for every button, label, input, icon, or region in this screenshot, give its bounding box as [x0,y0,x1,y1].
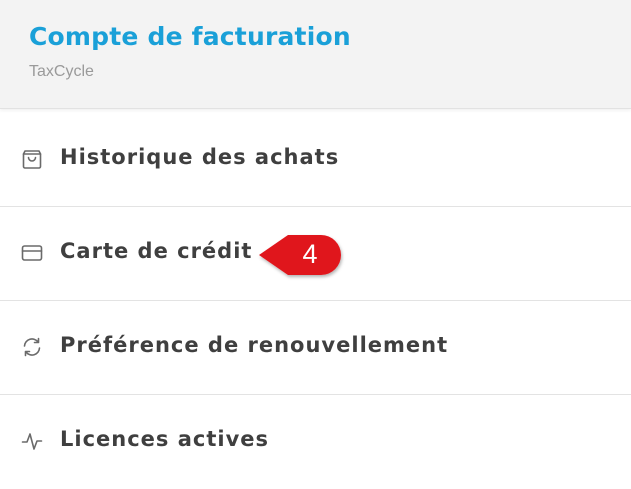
menu-item-renewal-preference[interactable]: Préférence de renouvellement [0,301,631,395]
activity-icon [21,430,43,452]
refresh-icon [21,336,43,358]
menu-item-purchase-history[interactable]: Historique des achats [0,113,631,207]
billing-menu: Historique des achats Carte de crédit Pr… [0,113,631,489]
menu-item-label: Préférence de renouvellement [60,333,449,357]
shopping-bag-icon [21,148,43,170]
menu-item-label: Licences actives [60,427,270,451]
credit-card-icon [21,242,43,264]
menu-item-active-licenses[interactable]: Licences actives [0,395,631,489]
menu-item-label: Historique des achats [60,145,340,169]
step-callout: 4 [257,230,347,282]
menu-item-label: Carte de crédit [60,239,253,263]
page-header: Compte de facturation TaxCycle [0,0,631,109]
page-title: Compte de facturation [29,22,351,51]
page-subtitle: TaxCycle [29,63,94,80]
callout-number: 4 [302,239,318,269]
